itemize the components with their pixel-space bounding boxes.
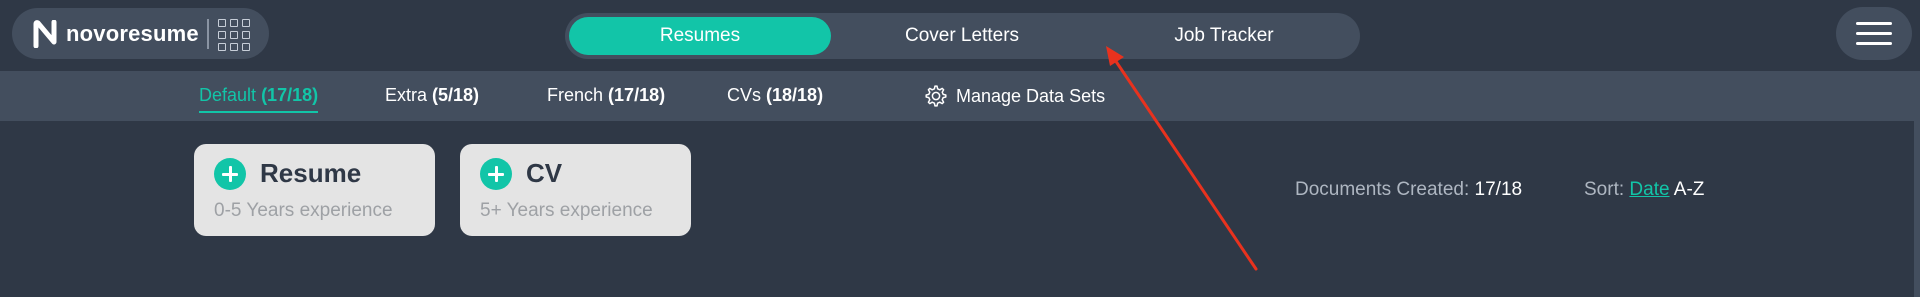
documents-created-label: Documents Created: xyxy=(1295,179,1470,200)
main-tabs: Resumes Cover Letters Job Tracker xyxy=(565,13,1360,59)
tab-job-tracker[interactable]: Job Tracker xyxy=(1093,17,1355,55)
data-set-nav: Default (17/18) Extra (5/18) French (17/… xyxy=(0,71,1920,121)
tab-resumes[interactable]: Resumes xyxy=(569,17,831,55)
data-set-count: (18/18) xyxy=(766,85,824,105)
data-set-count: (5/18) xyxy=(432,85,480,105)
card-subtitle: 0-5 Years experience xyxy=(214,200,393,221)
data-set-tab-extra[interactable]: Extra (5/18) xyxy=(385,85,479,106)
hamburger-line xyxy=(1856,32,1892,35)
tab-cover-letters[interactable]: Cover Letters xyxy=(831,17,1093,55)
active-tab-underline xyxy=(199,111,319,113)
data-set-name: Default xyxy=(199,85,257,105)
hamburger-menu-icon xyxy=(1856,22,1892,25)
data-set-name: CVs xyxy=(727,85,762,105)
data-set-name: Extra xyxy=(385,85,428,105)
card-subtitle: 5+ Years experience xyxy=(480,200,653,221)
documents-created: Documents Created: 17/18 xyxy=(1295,179,1522,201)
manage-data-sets-label: Manage Data Sets xyxy=(956,85,1106,106)
sort-label: Sort: xyxy=(1584,179,1625,200)
page: novoresume Resumes Cover Letters Job Tra… xyxy=(0,0,1920,297)
novoresume-logo-icon xyxy=(33,20,57,48)
create-cv-card[interactable]: CV 5+ Years experience xyxy=(460,144,691,236)
logo-text: novoresume xyxy=(66,21,199,46)
app-grid-icon[interactable] xyxy=(218,19,250,51)
data-set-count: (17/18) xyxy=(261,85,319,105)
data-set-tab-cvs[interactable]: CVs (18/18) xyxy=(727,85,823,106)
manage-data-sets-button[interactable]: Manage Data Sets xyxy=(924,84,1105,108)
sort-order[interactable]: A-Z xyxy=(1674,179,1705,200)
sort-control: Sort: Date A-Z xyxy=(1584,179,1704,201)
data-set-tab-default[interactable]: Default (17/18) xyxy=(199,85,319,113)
plus-circle-icon xyxy=(480,158,512,190)
card-title: CV xyxy=(526,158,563,188)
data-set-name: French xyxy=(547,85,604,105)
hamburger-line xyxy=(1856,42,1892,45)
create-resume-card[interactable]: Resume 0-5 Years experience xyxy=(194,144,435,236)
top-bar: novoresume Resumes Cover Letters Job Tra… xyxy=(0,0,1920,71)
sort-date-link[interactable]: Date xyxy=(1629,179,1669,200)
plus-circle-icon xyxy=(214,158,246,190)
data-set-count: (17/18) xyxy=(608,85,666,105)
card-title: Resume xyxy=(260,158,362,188)
hamburger-menu-button[interactable] xyxy=(1836,7,1912,60)
documents-created-value: 17/18 xyxy=(1474,179,1523,200)
data-set-tab-french[interactable]: French (17/18) xyxy=(547,85,665,106)
logo-divider xyxy=(207,19,209,49)
logo-pill[interactable]: novoresume xyxy=(12,8,269,59)
gear-icon xyxy=(925,85,947,107)
scrollbar-track[interactable] xyxy=(1914,121,1920,297)
